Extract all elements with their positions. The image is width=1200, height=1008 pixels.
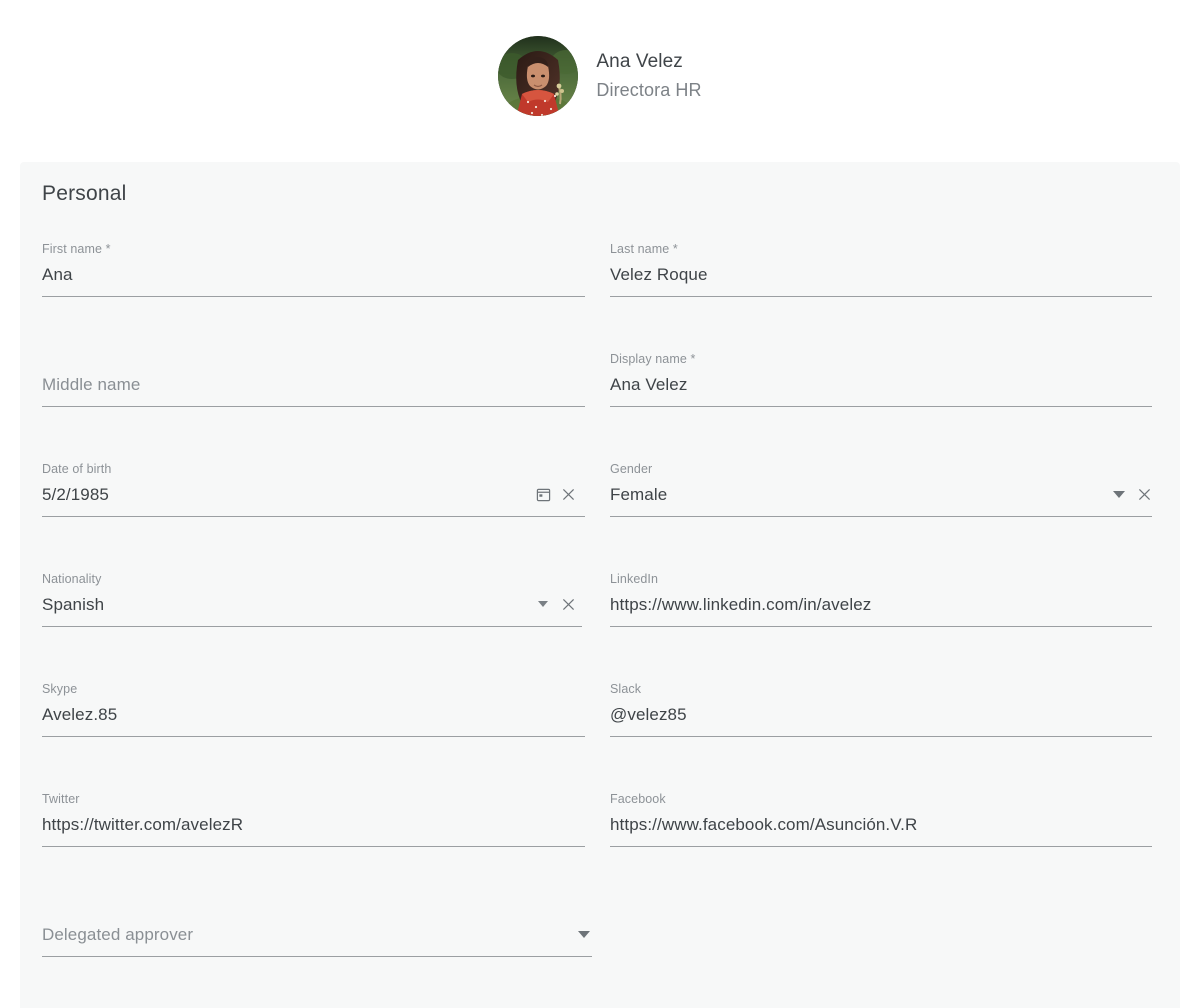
form-row: First name * Ana Last name * Velez Roque (42, 230, 1158, 340)
form-row: Skype Avelez.85 Slack @velez85 (42, 670, 1158, 780)
date-of-birth-label: Date of birth (42, 463, 111, 476)
profile-header: Ana Velez Directora HR (0, 0, 1200, 152)
skype-label: Skype (42, 683, 77, 696)
field-underline (42, 736, 585, 737)
skype-input[interactable]: Avelez.85 (42, 704, 117, 726)
profile-page: Ana Velez Directora HR Personal First na… (0, 0, 1200, 1008)
date-of-birth-controls (535, 486, 576, 502)
field-underline (610, 406, 1152, 407)
clear-icon[interactable] (560, 486, 576, 502)
last-name-input[interactable]: Velez Roque (610, 264, 708, 286)
chevron-down-icon[interactable] (1111, 486, 1127, 502)
display-name-input[interactable]: Ana Velez (610, 374, 687, 396)
date-of-birth-input[interactable]: 5/2/1985 (42, 484, 109, 506)
form-row: Date of birth 5/2/1985 (42, 450, 1158, 560)
twitter-input[interactable]: https://twitter.com/avelezR (42, 814, 243, 836)
field-underline (42, 516, 585, 517)
twitter-label: Twitter (42, 793, 80, 806)
field-underline (42, 956, 592, 957)
linkedin-input[interactable]: https://www.linkedin.com/in/avelez (610, 594, 871, 616)
clear-icon[interactable] (1136, 486, 1152, 502)
profile-name: Ana Velez (596, 52, 701, 71)
field-underline (610, 626, 1152, 627)
calendar-icon[interactable] (535, 486, 551, 502)
delegated-approver-select-value[interactable]: Delegated approver (42, 924, 193, 946)
personal-section-card: Personal First name * Ana Last name * Ve… (20, 162, 1180, 1008)
form-row: Twitter https://twitter.com/avelezR Face… (42, 780, 1158, 890)
nationality-label: Nationality (42, 573, 101, 586)
profile-identity: Ana Velez Directora HR (596, 52, 701, 101)
chevron-down-icon[interactable] (535, 596, 551, 612)
avatar[interactable] (498, 36, 578, 116)
form-row: Middle name Display name * Ana Velez (42, 340, 1158, 450)
field-underline (42, 846, 585, 847)
middle-name-input[interactable]: Middle name (42, 374, 140, 396)
page-title: Personal (42, 182, 126, 206)
slack-label: Slack (610, 683, 641, 696)
personal-form: First name * Ana Last name * Velez Roque… (42, 230, 1158, 1000)
facebook-label: Facebook (610, 793, 666, 806)
field-underline (42, 406, 585, 407)
field-underline (610, 846, 1152, 847)
field-underline (42, 626, 582, 627)
first-name-label: First name * (42, 243, 111, 256)
first-name-input[interactable]: Ana (42, 264, 73, 286)
nationality-select-value[interactable]: Spanish (42, 594, 104, 616)
gender-label: Gender (610, 463, 652, 476)
field-underline (42, 296, 585, 297)
slack-input[interactable]: @velez85 (610, 704, 687, 726)
field-underline (610, 296, 1152, 297)
field-underline (610, 516, 1152, 517)
linkedin-label: LinkedIn (610, 573, 658, 586)
gender-controls (1111, 486, 1152, 502)
facebook-input[interactable]: https://www.facebook.com/Asunción.V.R (610, 814, 917, 836)
nationality-controls (535, 596, 576, 612)
form-row: Delegated approver (42, 890, 1158, 1000)
form-row: Nationality Spanish Linked (42, 560, 1158, 670)
profile-role: Directora HR (596, 81, 701, 99)
gender-select-value[interactable]: Female (610, 484, 667, 506)
field-underline (610, 736, 1152, 737)
delegated-approver-controls (576, 926, 592, 942)
clear-icon[interactable] (560, 596, 576, 612)
last-name-label: Last name * (610, 243, 678, 256)
display-name-label: Display name * (610, 353, 695, 366)
chevron-down-icon[interactable] (576, 926, 592, 942)
